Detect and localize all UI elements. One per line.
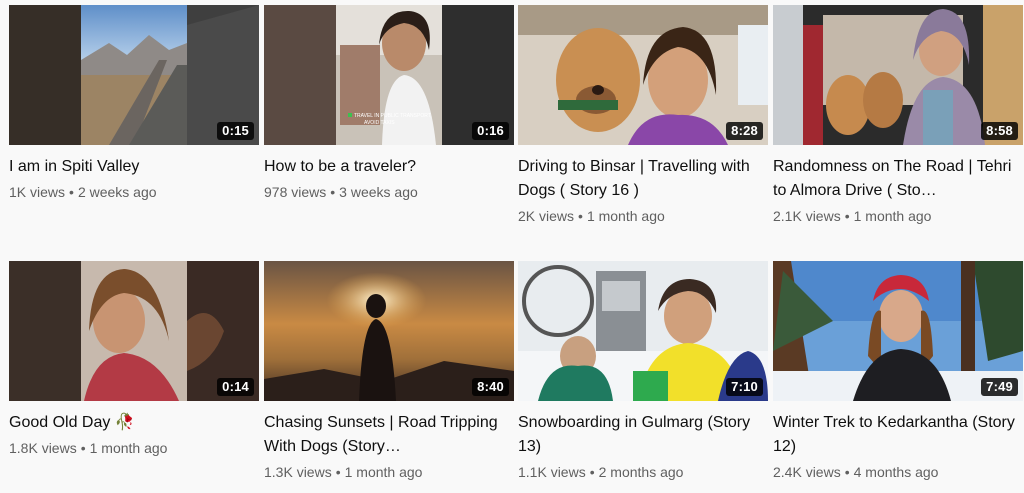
- video-title[interactable]: Driving to Binsar | Travelling with Dogs…: [518, 155, 768, 203]
- meta-separator: •: [578, 208, 583, 224]
- video-metadata: 1K views • 2 weeks ago: [9, 182, 259, 202]
- video-thumbnail[interactable]: 0:14: [9, 261, 259, 401]
- video-metadata: 1.8K views • 1 month ago: [9, 438, 259, 458]
- upload-age: 4 months ago: [853, 464, 939, 480]
- video-thumbnail[interactable]: 7:49: [773, 261, 1023, 401]
- video-metadata: 978 views • 3 weeks ago: [264, 182, 514, 202]
- video-card[interactable]: 8:40 Chasing Sunsets | Road Tripping Wit…: [264, 261, 514, 482]
- video-metadata: 1.3K views • 1 month ago: [264, 462, 514, 482]
- video-duration: 8:40: [472, 378, 509, 396]
- video-title[interactable]: Snowboarding in Gulmarg (Story 13): [518, 411, 768, 459]
- video-duration: 0:15: [217, 122, 254, 140]
- video-card[interactable]: TRAVEL IN PUBLIC TRANSPORT, AVOID TAXIS …: [264, 5, 514, 202]
- view-count: 1.1K views: [518, 464, 586, 480]
- view-count: 2K views: [518, 208, 575, 224]
- video-title[interactable]: Good Old Day 🥀: [9, 411, 259, 435]
- video-thumbnail[interactable]: 8:28: [518, 5, 768, 145]
- video-title[interactable]: Chasing Sunsets | Road Tripping With Dog…: [264, 411, 514, 459]
- upload-age: 3 weeks ago: [339, 184, 418, 200]
- video-metadata: 1.1K views • 2 months ago: [518, 462, 768, 482]
- video-card[interactable]: 8:58 Randomness on The Road | Tehri to A…: [773, 5, 1023, 226]
- video-title[interactable]: I am in Spiti Valley: [9, 155, 259, 179]
- thumb-caption-line-2: AVOID TAXIS: [364, 120, 395, 126]
- video-duration: 0:14: [217, 378, 254, 396]
- view-count: 2.4K views: [773, 464, 841, 480]
- view-count: 978 views: [264, 184, 327, 200]
- video-duration: 8:28: [726, 122, 763, 140]
- upload-age: 1 month ago: [89, 440, 168, 456]
- meta-separator: •: [844, 208, 850, 224]
- video-metadata: 2K views • 1 month ago: [518, 206, 768, 226]
- video-thumbnail[interactable]: 8:40: [264, 261, 514, 401]
- video-duration: 7:10: [726, 378, 763, 396]
- meta-separator: •: [330, 184, 336, 200]
- view-count: 1.3K views: [264, 464, 332, 480]
- video-card[interactable]: 7:49 Winter Trek to Kedarkantha (Story 1…: [773, 261, 1023, 482]
- video-card[interactable]: 0:14 Good Old Day 🥀 1.8K views • 1 month a…: [9, 261, 259, 458]
- video-thumbnail[interactable]: TRAVEL IN PUBLIC TRANSPORT, AVOID TAXIS …: [264, 5, 514, 145]
- video-metadata: 2.1K views • 1 month ago: [773, 206, 1023, 226]
- upload-age: 1 month ago: [586, 208, 665, 224]
- meta-separator: •: [844, 464, 850, 480]
- thumb-caption-line-1: TRAVEL IN PUBLIC TRANSPORT,: [354, 113, 432, 119]
- video-thumbnail[interactable]: 7:10: [518, 261, 768, 401]
- video-duration: 7:49: [981, 378, 1018, 396]
- meta-separator: •: [589, 464, 595, 480]
- video-card[interactable]: 8:28 Driving to Binsar | Travelling with…: [518, 5, 768, 226]
- video-duration: 0:16: [472, 122, 509, 140]
- video-grid: 0:15 I am in Spiti Valley 1K views • 2 wee…: [0, 0, 1024, 493]
- upload-age: 2 weeks ago: [77, 184, 157, 200]
- view-count: 2.1K views: [773, 208, 841, 224]
- video-card[interactable]: 7:10 Snowboarding in Gulmarg (Story 13) …: [518, 261, 768, 482]
- upload-age: 1 month ago: [853, 208, 932, 224]
- view-count: 1.8K views: [9, 440, 77, 456]
- upload-age: 1 month ago: [344, 464, 423, 480]
- video-duration: 8:58: [981, 122, 1018, 140]
- video-card[interactable]: 0:15 I am in Spiti Valley 1K views • 2 wee…: [9, 5, 259, 202]
- video-thumbnail[interactable]: 8:58: [773, 5, 1023, 145]
- video-metadata: 2.4K views • 4 months ago: [773, 462, 1023, 482]
- upload-age: 2 months ago: [598, 464, 684, 480]
- video-title[interactable]: Winter Trek to Kedarkantha (Story 12): [773, 411, 1023, 459]
- meta-separator: •: [69, 184, 74, 200]
- video-title[interactable]: Randomness on The Road | Tehri to Almora…: [773, 155, 1023, 203]
- video-thumbnail[interactable]: 0:15: [9, 5, 259, 145]
- video-title[interactable]: How to be a traveler?: [264, 155, 514, 179]
- view-count: 1K views: [9, 184, 66, 200]
- meta-separator: •: [80, 440, 86, 456]
- meta-separator: •: [335, 464, 341, 480]
